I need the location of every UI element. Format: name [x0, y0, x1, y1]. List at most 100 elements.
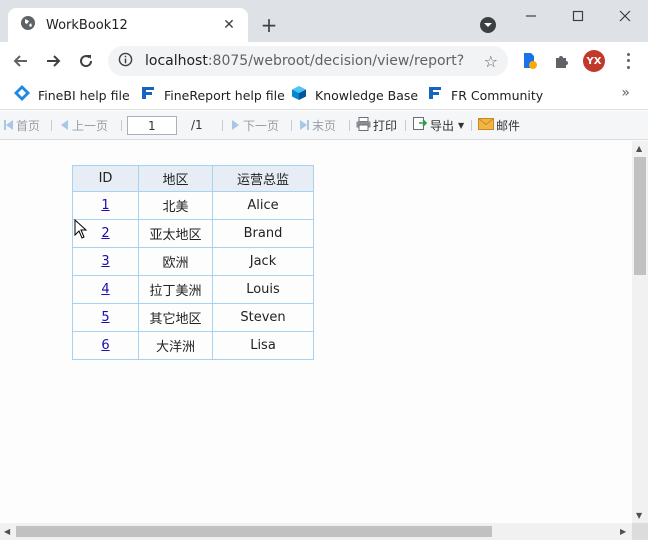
- first-page-arrow-icon: [6, 120, 13, 130]
- column-header-director: 运营总监: [212, 165, 314, 192]
- bookmark-star-icon[interactable]: ☆: [484, 52, 498, 71]
- last-page-icon: [307, 120, 309, 130]
- address-bar[interactable]: localhost:8075/webroot/decision/view/rep…: [108, 46, 508, 76]
- bookmark-finereport[interactable]: FineReport help file: [140, 85, 285, 105]
- extension-doc-icon[interactable]: [520, 52, 538, 70]
- report-table: ID 地区 运营总监 1 北美 Alice 2 亚太地区 Brand 3 欧洲 …: [72, 165, 314, 360]
- director-cell: Jack: [212, 247, 314, 276]
- caret-down-icon: ▼: [458, 120, 465, 130]
- column-header-region: 地区: [138, 165, 213, 192]
- id-link[interactable]: 2: [101, 226, 109, 241]
- prev-page-button[interactable]: 上一页: [61, 117, 108, 133]
- region-cell: 欧洲: [138, 247, 213, 276]
- url-path: :8075/webroot/decision/view/report?...: [207, 53, 465, 69]
- bookmark-knowledge-base[interactable]: Knowledge Base: [291, 85, 418, 105]
- total-pages: /1: [191, 118, 203, 132]
- finereport-icon: [140, 85, 156, 105]
- region-cell: 亚太地区: [138, 219, 213, 248]
- director-cell: Alice: [212, 191, 314, 220]
- bookmark-label: FineBI help file: [38, 87, 130, 103]
- print-label: 打印: [373, 118, 398, 133]
- cube-icon: [291, 85, 307, 105]
- toolbar-divider: [405, 120, 406, 131]
- printer-icon: [356, 116, 371, 134]
- horizontal-scrollbar[interactable]: ◀ ▶: [0, 523, 632, 540]
- export-button[interactable]: 导出 ▼: [413, 117, 464, 133]
- bookmarks-overflow-icon[interactable]: »: [621, 85, 630, 101]
- id-link[interactable]: 4: [101, 282, 109, 297]
- browser-menu-icon[interactable]: [620, 51, 636, 71]
- id-link[interactable]: 3: [101, 254, 109, 269]
- toolbar-divider: [291, 120, 292, 131]
- director-cell: Steven: [212, 303, 314, 332]
- last-page-arrow-icon: [300, 120, 307, 130]
- forward-icon[interactable]: [42, 50, 64, 72]
- tab-strip: WorkBook12 ✕ +: [0, 0, 648, 42]
- table-row: 6 大洋洲 Lisa: [72, 331, 314, 360]
- next-page-icon: [232, 120, 239, 130]
- profile-avatar[interactable]: YX: [583, 50, 605, 72]
- next-page-button[interactable]: 下一页: [232, 117, 279, 133]
- extensions-puzzle-icon[interactable]: [553, 52, 571, 70]
- scroll-down-icon[interactable]: ▼: [636, 511, 642, 520]
- table-row: 3 欧洲 Jack: [72, 247, 314, 276]
- region-cell: 北美: [138, 191, 213, 220]
- bookmark-label: FR Community: [451, 87, 544, 103]
- close-window-icon[interactable]: [614, 5, 636, 27]
- table-row: 4 拉丁美洲 Louis: [72, 275, 314, 304]
- table-row: 1 北美 Alice: [72, 191, 314, 220]
- reload-icon[interactable]: [75, 50, 97, 72]
- url-host: localhost: [145, 53, 208, 69]
- minimize-icon[interactable]: [520, 5, 542, 27]
- scroll-left-icon[interactable]: ◀: [4, 527, 10, 536]
- browser-tab[interactable]: WorkBook12 ✕: [8, 8, 248, 42]
- first-page-button[interactable]: 首页: [4, 117, 40, 133]
- globe-icon: [20, 15, 36, 35]
- id-link[interactable]: 6: [101, 338, 109, 353]
- maximize-icon[interactable]: [567, 5, 589, 27]
- scrollbar-corner: [632, 523, 648, 540]
- table-header-row: ID 地区 运营总监: [72, 165, 314, 192]
- tab-search-icon[interactable]: [480, 17, 496, 33]
- prev-page-label: 上一页: [72, 118, 109, 133]
- id-link[interactable]: 5: [101, 310, 109, 325]
- bookmark-finebi[interactable]: FineBI help file: [14, 85, 130, 105]
- last-page-label: 末页: [312, 118, 337, 133]
- email-label: 邮件: [496, 118, 521, 133]
- print-button[interactable]: 打印: [356, 116, 398, 134]
- table-row: 2 亚太地区 Brand: [72, 219, 314, 248]
- table-row: 5 其它地区 Steven: [72, 303, 314, 332]
- last-page-button[interactable]: 末页: [300, 117, 336, 133]
- region-cell: 大洋洲: [138, 331, 213, 360]
- vertical-scrollbar[interactable]: ▲ ▼: [632, 141, 648, 523]
- report-canvas: ID 地区 运营总监 1 北美 Alice 2 亚太地区 Brand 3 欧洲 …: [0, 141, 632, 523]
- vertical-scroll-thumb[interactable]: [634, 157, 646, 275]
- director-cell: Brand: [212, 219, 314, 248]
- first-page-label: 首页: [16, 118, 41, 133]
- director-cell: Louis: [212, 275, 314, 304]
- bookmark-label: FineReport help file: [164, 87, 285, 103]
- mouse-cursor-icon: [74, 218, 88, 243]
- id-link[interactable]: 1: [101, 198, 109, 213]
- scroll-right-icon[interactable]: ▶: [620, 527, 626, 536]
- email-button[interactable]: 邮件: [478, 117, 520, 133]
- scroll-up-icon[interactable]: ▲: [636, 144, 642, 153]
- export-icon: [413, 116, 428, 134]
- info-icon[interactable]: [118, 52, 133, 71]
- close-tab-icon[interactable]: ✕: [220, 16, 238, 34]
- bookmarks-bar: FineBI help file FineReport help file Kn…: [0, 80, 648, 110]
- toolbar-divider: [121, 120, 122, 131]
- region-cell: 拉丁美洲: [138, 275, 213, 304]
- back-icon[interactable]: [10, 50, 32, 72]
- report-toolbar: 首页 上一页 1 /1 下一页 末页 打印 导出 ▼ 邮件: [0, 111, 648, 140]
- toolbar-divider: [349, 120, 350, 131]
- browser-toolbar: localhost:8075/webroot/decision/view/rep…: [0, 42, 648, 80]
- finereport-icon: [427, 85, 443, 105]
- director-cell: Lisa: [212, 331, 314, 360]
- new-tab-icon[interactable]: +: [258, 13, 280, 37]
- id-cell: 6: [72, 331, 139, 360]
- mail-icon: [478, 117, 494, 133]
- horizontal-scroll-thumb[interactable]: [16, 526, 492, 537]
- page-number-input[interactable]: 1: [127, 116, 177, 135]
- bookmark-fr-community[interactable]: FR Community: [427, 85, 543, 105]
